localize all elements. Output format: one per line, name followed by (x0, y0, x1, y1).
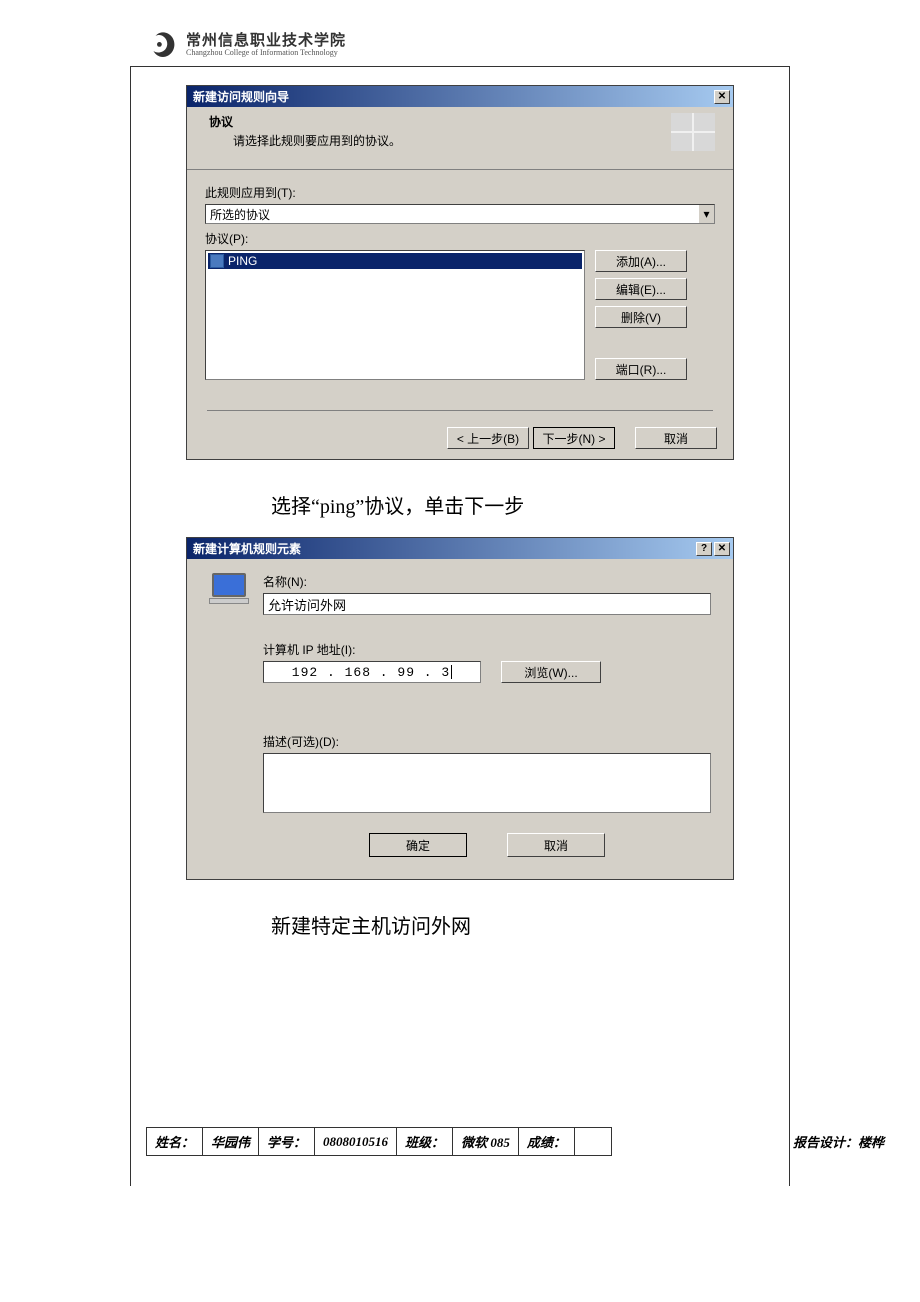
close-icon[interactable]: ✕ (714, 542, 730, 556)
id-label-cell: 学号： (259, 1128, 315, 1155)
college-logo-icon (148, 30, 178, 60)
name-label-cell: 姓名： (147, 1128, 203, 1155)
computer-rule-dialog: 新建计算机规则元素 ? ✕ 名称(N): 允许访问外网 (186, 537, 734, 880)
page-header: 常州信息职业技术学院 Changzhou College of Informat… (0, 30, 920, 66)
name-value-cell: 华园伟 (203, 1128, 259, 1155)
protocols-listbox[interactable]: PING (205, 250, 585, 380)
score-value-cell (575, 1128, 611, 1155)
edit-button[interactable]: 编辑(E)... (595, 278, 687, 300)
rule-title: 新建计算机规则元素 (193, 540, 301, 557)
college-name-cn: 常州信息职业技术学院 (186, 34, 346, 49)
protocol-name: PING (228, 254, 257, 268)
wizard-dialog: 新建访问规则向导 ✕ 协议 请选择此规则要应用到的协议。 此规则应用到(T): … (186, 85, 734, 460)
class-value-cell: 微软 085 (453, 1128, 519, 1155)
section-subtitle: 请选择此规则要应用到的协议。 (233, 132, 717, 149)
page-footer: 姓名： 华园伟 学号： 0808010516 班级： 微软 085 成绩： 报告… (0, 1127, 920, 1156)
wizard-body: 此规则应用到(T): 所选的协议 ▾ 协议(P): PING 添加(A)... (187, 170, 733, 419)
applies-to-label: 此规则应用到(T): (205, 184, 715, 201)
section-title: 协议 (209, 113, 717, 130)
ok-button[interactable]: 确定 (369, 833, 467, 857)
caption-2: 新建特定主机访问外网 (271, 910, 789, 939)
cancel-button[interactable]: 取消 (635, 427, 717, 449)
close-icon[interactable]: ✕ (714, 90, 730, 104)
protocol-icon (210, 254, 224, 268)
description-textarea[interactable] (263, 753, 711, 813)
applies-to-value: 所选的协议 (210, 206, 270, 223)
computer-icon (209, 573, 249, 613)
caption-1: 选择“ping”协议，单击下一步 (271, 490, 789, 519)
college-name: 常州信息职业技术学院 Changzhou College of Informat… (186, 34, 346, 57)
back-button[interactable]: < 上一步(B) (447, 427, 529, 449)
rule-titlebar: 新建计算机规则元素 ? ✕ (187, 538, 733, 559)
protocols-label: 协议(P): (205, 230, 715, 247)
applies-to-select[interactable]: 所选的协议 ▾ (205, 204, 715, 224)
ip-input[interactable]: 192 . 168 . 99 . 3 (263, 661, 481, 683)
name-input[interactable]: 允许访问外网 (263, 593, 711, 615)
help-icon[interactable]: ? (696, 542, 712, 556)
wizard-header-section: 协议 请选择此规则要应用到的协议。 (187, 107, 733, 170)
wizard-nav-row: < 上一步(B) 下一步(N) > 取消 (187, 419, 733, 459)
next-button[interactable]: 下一步(N) > (533, 427, 615, 449)
college-name-en: Changzhou College of Information Technol… (186, 49, 346, 57)
designer-credit: 报告设计：楼桦 (773, 1132, 884, 1151)
chevron-down-icon: ▾ (698, 205, 714, 223)
ip-value: 192 . 168 . 99 . 3 (292, 665, 450, 680)
footer-table: 姓名： 华园伟 学号： 0808010516 班级： 微软 085 成绩： (146, 1127, 612, 1156)
wizard-titlebar: 新建访问规则向导 ✕ (187, 86, 733, 107)
wizard-banner-icon (671, 113, 715, 151)
id-value-cell: 0808010516 (315, 1128, 397, 1155)
desc-label: 描述(可选)(D): (263, 733, 711, 750)
name-label: 名称(N): (263, 573, 711, 590)
score-label-cell: 成绩： (519, 1128, 575, 1155)
class-label-cell: 班级： (397, 1128, 453, 1155)
ports-button[interactable]: 端口(R)... (595, 358, 687, 380)
remove-button[interactable]: 删除(V) (595, 306, 687, 328)
browse-button[interactable]: 浏览(W)... (501, 661, 601, 683)
ip-label: 计算机 IP 地址(I): (263, 641, 711, 658)
content-frame: 新建访问规则向导 ✕ 协议 请选择此规则要应用到的协议。 此规则应用到(T): … (130, 66, 790, 1186)
name-value: 允许访问外网 (268, 595, 346, 614)
cancel-button[interactable]: 取消 (507, 833, 605, 857)
wizard-title: 新建访问规则向导 (193, 88, 289, 105)
document-page: 常州信息职业技术学院 Changzhou College of Informat… (0, 0, 920, 1186)
add-button[interactable]: 添加(A)... (595, 250, 687, 272)
protocol-list-item[interactable]: PING (208, 253, 582, 269)
